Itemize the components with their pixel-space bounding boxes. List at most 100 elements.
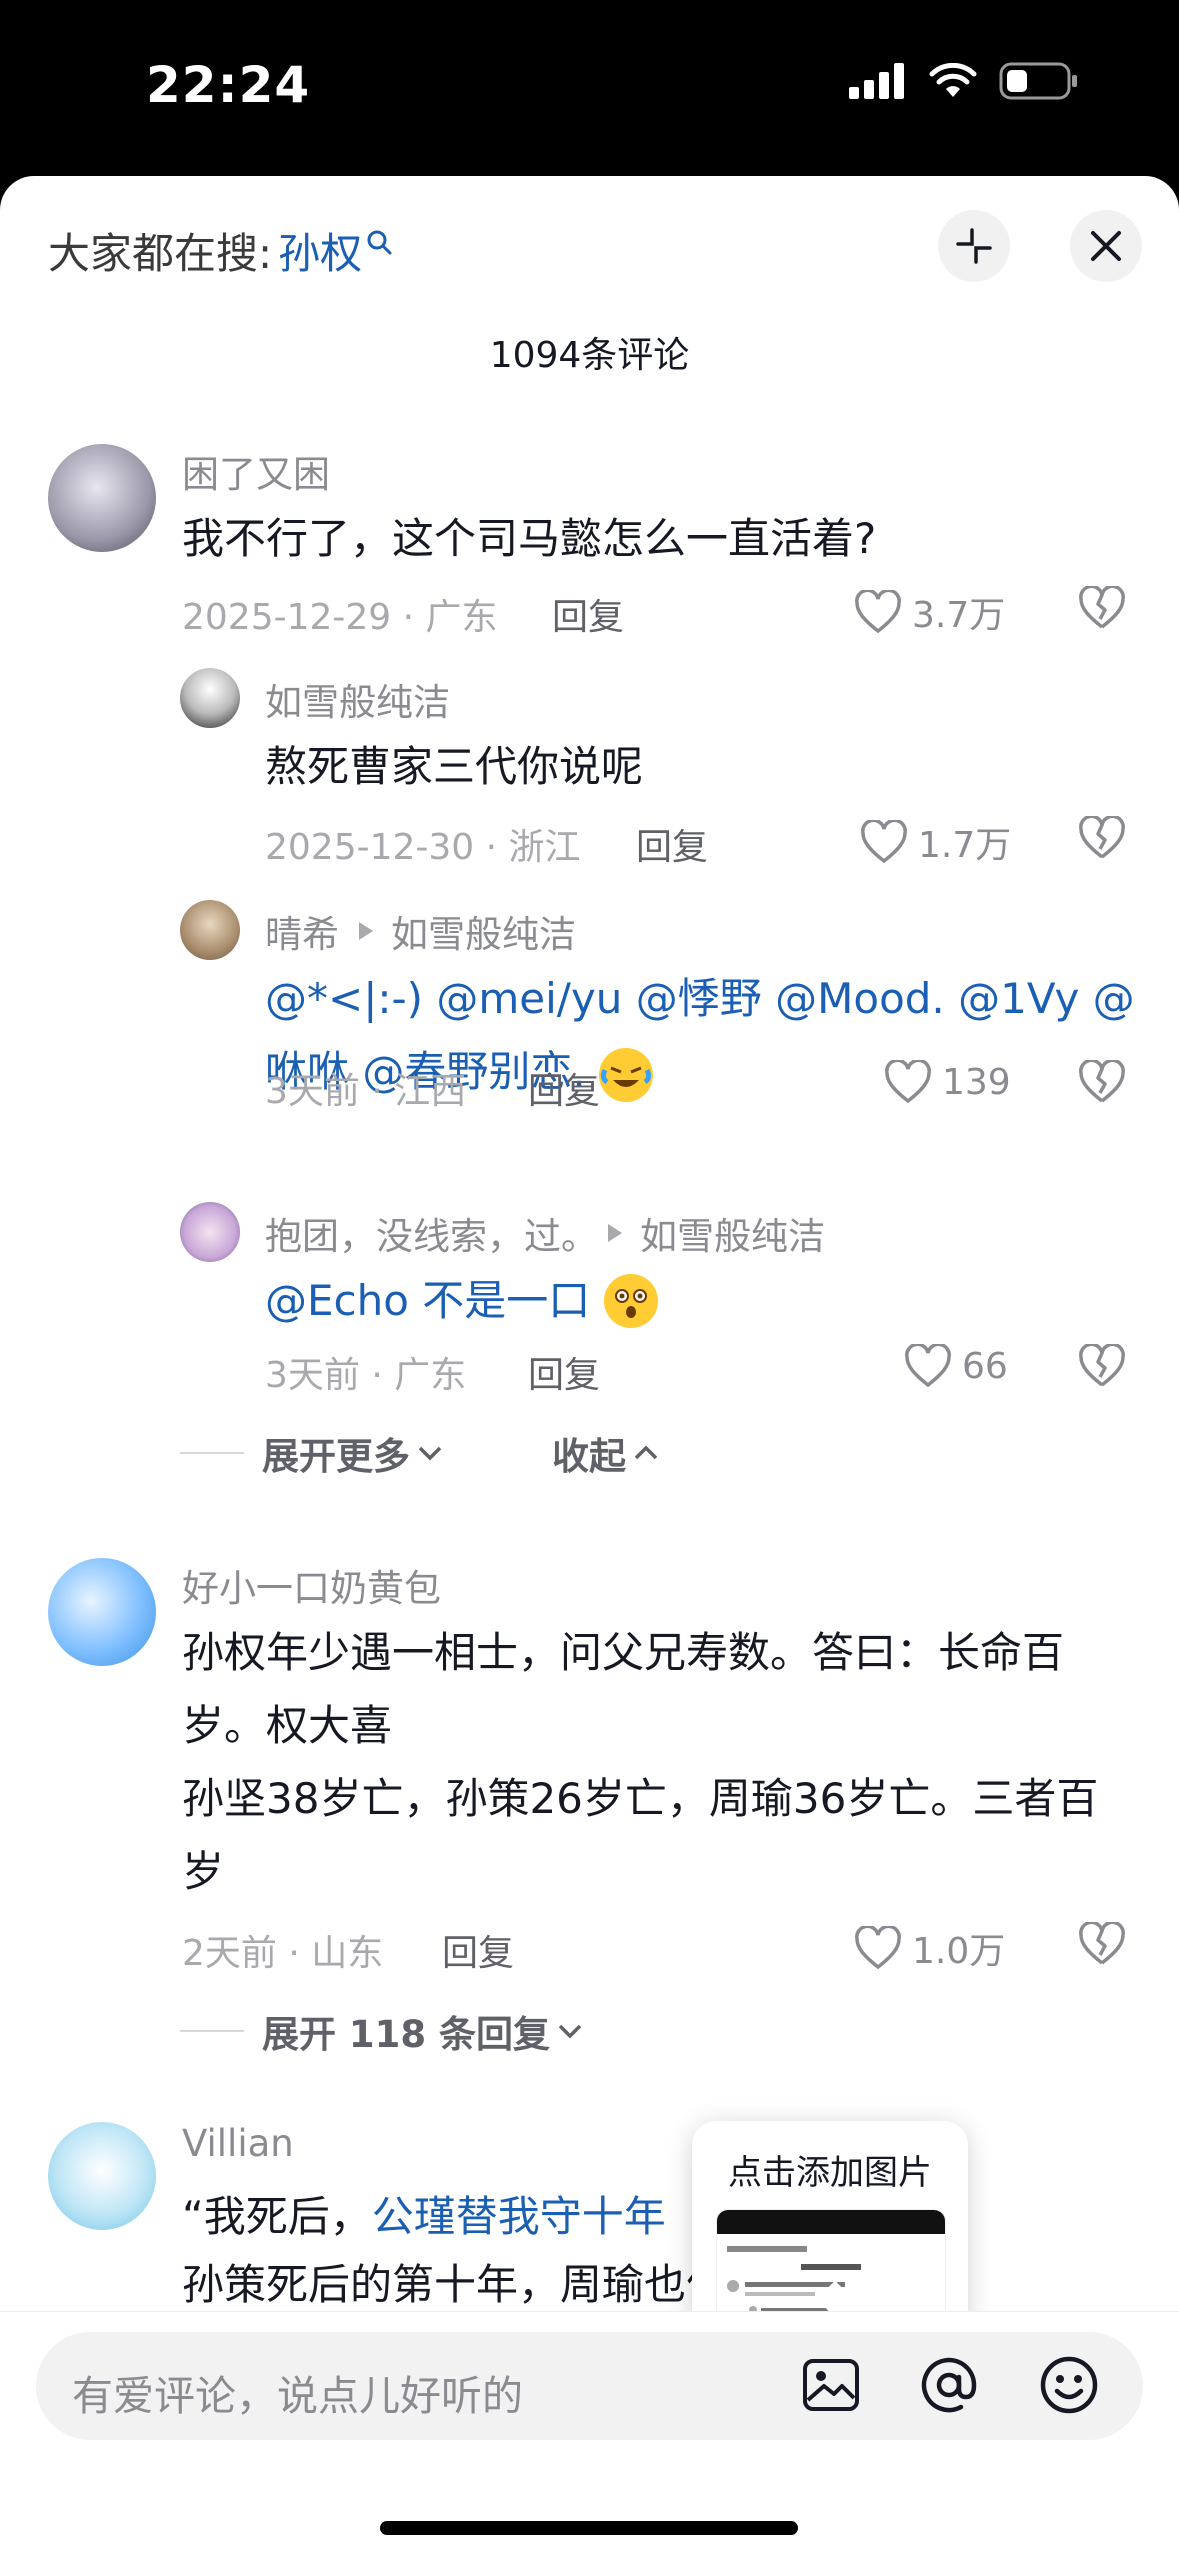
status-icons	[849, 62, 1079, 100]
home-indicator	[380, 2521, 798, 2535]
comment-header: 大家都在搜: 孙权 1094条评论	[0, 176, 1179, 406]
signal-icon	[849, 63, 904, 99]
dislike-button[interactable]	[1078, 1058, 1126, 1108]
chevron-up-icon	[634, 1445, 658, 1460]
smiley-icon	[1040, 2356, 1098, 2414]
expand-replies-label: 展开 118 条回复	[262, 2013, 550, 2056]
search-icon	[367, 230, 392, 254]
expand-replies-button[interactable]: 展开 118 条回复	[180, 2004, 584, 2058]
minimize-icon	[956, 228, 992, 264]
reply-button[interactable]: 回复	[636, 818, 708, 870]
like-count: 1.0万	[912, 1931, 1006, 1972]
reply-to-username[interactable]: 如雪般纯洁	[391, 904, 576, 958]
reply-arrow-icon	[359, 922, 373, 940]
reply-button[interactable]: 回复	[442, 1924, 514, 1976]
dizzy-face-emoji-icon	[604, 1273, 659, 1328]
wifi-icon	[929, 63, 977, 97]
comment-username[interactable]: 困了又困	[182, 444, 330, 498]
reply-mention-text[interactable]: @Echo 不是一口	[265, 1264, 590, 1337]
comment-input-area: 有爱评论，说点儿好听的	[0, 2311, 1179, 2556]
broken-heart-icon	[1079, 1058, 1125, 1103]
reply-text: 熬死曹家三代你说呢	[265, 742, 644, 791]
broken-heart-icon	[1079, 584, 1125, 629]
like-count: 66	[962, 1345, 1008, 1387]
chevron-down-icon	[558, 2024, 582, 2039]
collapse-button[interactable]: 收起	[552, 1426, 660, 1480]
comment-meta: 2天前 · 山东	[182, 1933, 384, 1974]
divider	[180, 1452, 244, 1454]
collapse-sheet-button[interactable]	[938, 210, 1010, 282]
hot-search-keyword[interactable]: 孙权	[278, 220, 362, 281]
reply-username-row: 抱团，没线索，过。 如雪般纯洁	[265, 1206, 825, 1260]
broken-heart-icon	[1079, 814, 1125, 859]
emoji-button[interactable]	[1034, 2350, 1104, 2420]
comment-text-line2: 孙坚38岁亡，孙策26岁亡，周瑜36岁亡。三者百岁	[182, 1774, 1099, 1896]
comment-mention-link[interactable]: 公瑾替我守十年	[372, 2192, 666, 2241]
like-count: 1.7万	[918, 825, 1012, 866]
expand-more-button[interactable]: 展开更多	[180, 1426, 444, 1480]
heart-icon	[855, 1926, 901, 1970]
reply-meta: 3天前 · 广东	[265, 1355, 467, 1396]
reply-to-username[interactable]: 如雪般纯洁	[640, 1206, 825, 1260]
reply-username[interactable]: 晴希	[265, 904, 339, 958]
like-button[interactable]: 66	[904, 1344, 1008, 1388]
image-icon	[803, 2359, 859, 2411]
hot-search-prefix: 大家都在搜:	[48, 229, 273, 278]
mention-button[interactable]	[914, 2350, 984, 2420]
reply-meta: 2025-12-30 · 浙江	[265, 827, 581, 868]
comment-username[interactable]: Villian	[182, 2122, 294, 2165]
heart-icon	[905, 1344, 951, 1388]
at-sign-icon	[921, 2357, 977, 2413]
avatar[interactable]	[180, 668, 240, 728]
popup-title: 点击添加图片	[728, 2153, 932, 2193]
dislike-button[interactable]	[1078, 1342, 1126, 1392]
comment-input[interactable]: 有爱评论，说点儿好听的	[36, 2332, 1143, 2440]
avatar[interactable]	[48, 2122, 156, 2230]
status-time: 22:24	[146, 56, 311, 114]
chevron-down-icon	[418, 1446, 442, 1461]
comment-text-line1: 孙权年少遇一相士，问父兄寿数。答曰：长命百岁。权大喜	[182, 1628, 1065, 1750]
comment-text-prefix: “我死后，	[182, 2192, 372, 2241]
comment-input-placeholder: 有爱评论，说点儿好听的	[72, 2372, 523, 2420]
comment-meta: 2025-12-29 · 广东	[182, 597, 498, 638]
comment-text: 我不行了，这个司马懿怎么一直活着?	[182, 514, 877, 563]
dislike-button[interactable]	[1078, 1920, 1126, 1970]
like-button[interactable]: 1.7万	[860, 816, 1011, 868]
battery-icon	[999, 62, 1077, 100]
close-icon	[1091, 231, 1121, 261]
like-button[interactable]: 139	[884, 1060, 1011, 1104]
reply-meta: 3天前 · 江西	[265, 1071, 467, 1112]
divider	[180, 2030, 244, 2032]
heart-icon	[855, 590, 901, 634]
collapse-label: 收起	[552, 1435, 626, 1478]
like-button[interactable]: 3.7万	[854, 586, 1005, 638]
avatar[interactable]	[180, 900, 240, 960]
hot-search[interactable]: 大家都在搜: 孙权	[48, 220, 394, 281]
avatar[interactable]	[180, 1202, 240, 1262]
status-bar: 22:24	[0, 0, 1179, 180]
reply-username-row: 晴希 如雪般纯洁	[265, 904, 576, 958]
image-button[interactable]	[796, 2350, 866, 2420]
comment-username[interactable]: 好小一口奶黄包	[182, 1558, 441, 1612]
expand-more-label: 展开更多	[262, 1435, 410, 1478]
reply-button[interactable]: 回复	[528, 1346, 600, 1398]
dislike-button[interactable]	[1078, 814, 1126, 864]
reply-text: @Echo 不是一口	[265, 1264, 1135, 1337]
laughing-crying-emoji-icon	[599, 1047, 654, 1102]
reply-button[interactable]: 回复	[552, 588, 624, 640]
broken-heart-icon	[1079, 1342, 1125, 1387]
reply-button[interactable]: 回复	[528, 1062, 600, 1114]
close-button[interactable]	[1070, 210, 1142, 282]
broken-heart-icon	[1079, 1920, 1125, 1965]
avatar[interactable]	[48, 1558, 156, 1666]
dislike-button[interactable]	[1078, 584, 1126, 634]
comment-text-line1: “我死后，公瑾替我守十年	[182, 2180, 1122, 2253]
heart-icon	[885, 1060, 931, 1104]
heart-icon	[861, 820, 907, 864]
like-button[interactable]: 1.0万	[854, 1922, 1005, 1974]
like-count: 3.7万	[912, 595, 1006, 636]
comment-count: 1094条评论	[489, 335, 690, 376]
reply-username[interactable]: 抱团，没线索，过。	[265, 1206, 598, 1260]
reply-username[interactable]: 如雪般纯洁	[265, 672, 450, 726]
avatar[interactable]	[48, 444, 156, 552]
